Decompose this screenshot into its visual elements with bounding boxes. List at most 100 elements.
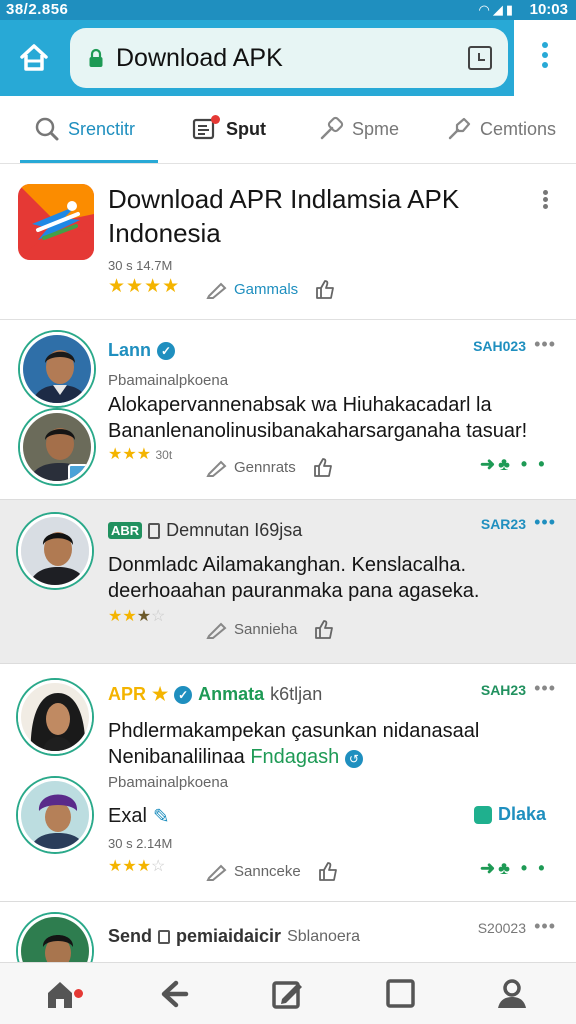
tab-spme[interactable]: Spme: [318, 114, 399, 144]
review-link[interactable]: Fndagash: [250, 746, 339, 768]
link-badge-icon: ↺: [344, 750, 363, 768]
app-comments-label: Gammals: [234, 280, 299, 298]
status-carrier: 38/2.856: [6, 1, 69, 18]
url-title: Download APK: [116, 44, 283, 72]
review-rating: ★★★☆: [108, 858, 166, 875]
app-rating-stars: ★★★★: [108, 276, 181, 297]
edit-pencil-icon: ✎: [152, 806, 170, 828]
review-card: Lann ✓ SAH023 ••• Pbamainalpkoena Alokap…: [0, 320, 576, 500]
review-comment-action[interactable]: Sannceke: [206, 860, 339, 882]
search-icon: [35, 117, 59, 141]
verified-badge-icon: ✓: [174, 685, 193, 704]
document-icon: [192, 115, 220, 141]
tab-spme-label: Spme: [352, 118, 400, 139]
reviewer-badge: ABR: [108, 522, 143, 539]
nav-back-button[interactable]: [156, 977, 192, 1011]
reviewer-subtitle: Pbamainalpkoena: [108, 372, 229, 389]
app-title: Download APR Indlamsia APK Indonesia: [108, 184, 460, 248]
back-arrow-icon: [161, 980, 189, 1008]
tab-search-label: Srenctitr: [68, 118, 136, 139]
home-button[interactable]: [14, 38, 54, 78]
review-rating: ★★★☆: [108, 608, 166, 625]
review-text: Alokapervannenabsak wa Hiuhakacadarl la …: [108, 394, 528, 442]
review-date: SAH023: [473, 338, 526, 354]
avatar[interactable]: [20, 332, 94, 406]
compose-icon: [272, 981, 302, 1009]
notification-dot: [74, 989, 83, 998]
avatar[interactable]: [18, 778, 92, 852]
verified-badge-icon: ✓: [157, 341, 175, 360]
bag-icon: [474, 805, 492, 824]
share-icon[interactable]: ➜♣ • •: [480, 454, 548, 475]
nav-profile-button[interactable]: [494, 977, 530, 1011]
review-comment-action[interactable]: Gennrats: [206, 456, 334, 478]
pencil-icon: [206, 864, 227, 881]
link-icon: [320, 116, 344, 140]
review-meta: 30 s 2.14M: [108, 836, 173, 851]
star-badge-icon: ★: [152, 684, 169, 704]
battery-icon: ▮: [505, 2, 516, 17]
nav-recents-button[interactable]: [382, 977, 418, 1011]
second-reviewer-name[interactable]: Exal ✎: [108, 804, 170, 829]
pencil-icon: [206, 622, 227, 639]
review-more-button[interactable]: •••: [534, 678, 556, 699]
thumbs-up-icon: [316, 280, 335, 299]
review-card: Send pemiaidaicir Sblanoera S20023 •••: [0, 902, 576, 988]
browser-toolbar: Download APK: [0, 20, 576, 96]
thumbs-up-icon: [313, 458, 332, 477]
avatar[interactable]: [20, 410, 94, 484]
reviewer-name[interactable]: Lann ✓: [108, 340, 175, 361]
review-more-button[interactable]: •••: [534, 916, 556, 937]
signal-icon: ◢: [492, 2, 506, 17]
pencil-icon: [206, 282, 227, 299]
message-icon: [158, 929, 171, 944]
review-card: ABR Demnutan I69jsa SAR23 ••• Donmladc A…: [0, 500, 576, 664]
url-bar[interactable]: Download APK: [70, 28, 508, 88]
status-time: 10:03: [529, 1, 568, 18]
reviewer-subtitle: Pbamainalpkoena: [108, 774, 229, 791]
tab-sput-label: Sput: [226, 118, 266, 139]
reviewer-name[interactable]: Send pemiaidaicir Sblanoera: [108, 926, 360, 947]
review-more-button[interactable]: •••: [534, 512, 556, 533]
nav-home-button[interactable]: [44, 977, 83, 1011]
review-date: SAH23: [480, 682, 526, 698]
review-more-button[interactable]: •••: [534, 334, 556, 355]
review-comment-action[interactable]: Sannieha: [206, 618, 335, 640]
second-action-button[interactable]: Dlaka: [474, 804, 546, 825]
nav-compose-button[interactable]: [270, 977, 306, 1011]
avatar[interactable]: [18, 680, 92, 754]
thumbs-up-icon: [318, 862, 337, 881]
tab-bar: Srenctitr Sput Spme Cemtions: [0, 96, 576, 164]
tabs-icon[interactable]: [468, 46, 492, 70]
app-logo[interactable]: [18, 184, 94, 260]
status-icons: ◠◢▮: [479, 2, 517, 18]
review-text: Phdlermakampekan çasunkan nidanasaal: [108, 720, 480, 742]
app-more-button[interactable]: [542, 188, 548, 211]
active-tab-indicator: [20, 160, 158, 163]
review-text: Donmladc Ailamakanghan. Kenslacalha. dee…: [108, 554, 480, 602]
tab-cemtions[interactable]: Cemtions: [446, 114, 556, 144]
share-icon[interactable]: ➜♣ • •: [480, 858, 548, 879]
review-date: SAR23: [480, 516, 526, 532]
avatar[interactable]: [18, 514, 92, 588]
review-date: S20023: [477, 920, 526, 936]
reviewer-name[interactable]: APR ★ ✓ Anmata k6tljan: [108, 684, 322, 705]
app-meta: 30 s 14.7M: [108, 258, 173, 273]
document-icon: [148, 522, 161, 539]
review-rating: ★★★ 30t: [108, 446, 173, 463]
app-comments-action[interactable]: Gammals: [206, 278, 336, 300]
review-text-line2: Nenibanalilinaa Fndagash ↺: [108, 744, 568, 770]
review-card: APR ★ ✓ Anmata k6tljan SAH23 ••• Phdlerm…: [0, 664, 576, 902]
tab-search[interactable]: Srenctitr: [34, 114, 135, 144]
profile-icon: [498, 979, 526, 1008]
tab-sput[interactable]: Sput: [192, 114, 266, 144]
notification-dot: [211, 115, 220, 124]
wifi-icon: ◠: [478, 2, 493, 17]
reviewer-name[interactable]: ABR Demnutan I69jsa: [108, 520, 302, 541]
tag-icon: [448, 117, 471, 140]
status-bar: 38/2.856 ◠◢▮ 10:03: [0, 0, 576, 20]
lock-icon: [89, 48, 103, 67]
home-outline-icon: [20, 44, 48, 71]
square-icon: [386, 979, 415, 1008]
overflow-menu-button[interactable]: [527, 38, 563, 78]
